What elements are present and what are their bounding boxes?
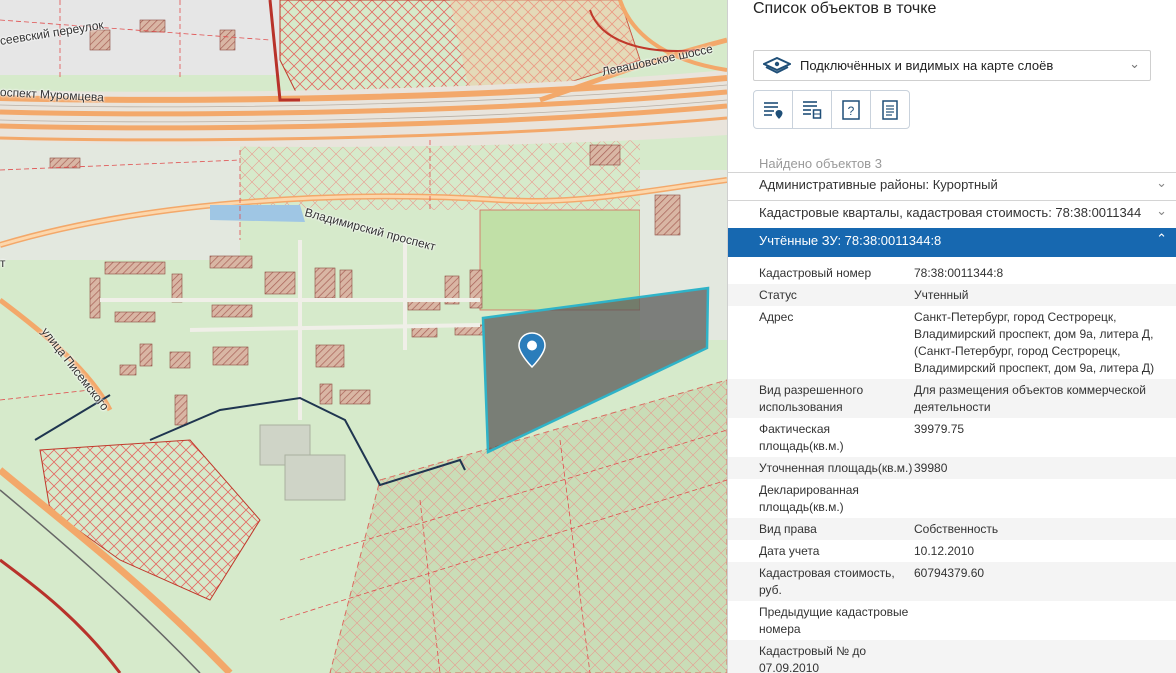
list-location-button[interactable] — [753, 90, 793, 129]
layers-icon — [763, 57, 791, 74]
property-key: Вид разрешенного использования — [759, 383, 864, 414]
help-icon: ? — [842, 99, 860, 120]
property-row: Дата учета 10.12.2010 — [728, 540, 1176, 562]
property-row: Кадастровый номер 78:38:0011344:8 — [728, 262, 1176, 284]
chevron-down-icon: ⌄ — [1156, 175, 1167, 190]
property-value: Учтенный — [914, 288, 969, 302]
chevron-up-icon: ⌃ — [1156, 231, 1167, 246]
property-value — [914, 643, 1164, 673]
property-key: Статус — [759, 288, 797, 302]
location-pin-icon[interactable] — [518, 332, 546, 368]
property-row: Кадастровая стоимость, руб. 60794379.60 — [728, 562, 1176, 601]
map-canvas[interactable] — [0, 0, 727, 673]
property-row: Вид разрешенного использования Для размещ… — [728, 379, 1176, 418]
list-grid-button[interactable] — [792, 90, 832, 129]
chevron-down-icon: ⌄ — [1129, 56, 1140, 71]
results-accordion: Административные районы: Курортный ⌄ Кад… — [728, 172, 1176, 257]
property-key: Кадастровая стоимость, руб. — [759, 566, 895, 597]
property-value — [914, 482, 1164, 516]
property-key: Предыдущие кадастровые номера — [759, 605, 909, 636]
property-value: 39980 — [914, 461, 948, 475]
help-button[interactable]: ? — [831, 90, 871, 129]
accordion-item-districts[interactable]: Административные районы: Курортный ⌄ — [728, 172, 1176, 200]
list-grid-icon — [803, 100, 822, 119]
accordion-label: Кадастровые кварталы, кадастровая стоимо… — [759, 205, 1142, 220]
document-button[interactable] — [870, 90, 910, 129]
property-key: Фактическая площадь(кв.м.) — [759, 422, 844, 453]
accordion-label: Учтённые ЗУ: 78:38:0011344:8 — [759, 233, 942, 248]
property-key: Дата учета — [759, 544, 820, 558]
property-key: Вид права — [759, 522, 817, 536]
property-row: Уточненная площадь(кв.м.) 39980 — [728, 457, 1176, 479]
property-value: 39979.75 — [914, 422, 965, 436]
layer-filter-select[interactable]: Подключённых и видимых на карте слоёв ⌄ — [753, 50, 1151, 81]
property-value: 78:38:0011344:8 — [914, 266, 1004, 280]
property-row: Предыдущие кадастровые номера — [728, 601, 1176, 640]
property-row: Кадастровый № до 07.09.2010 — [728, 640, 1176, 673]
chevron-down-icon: ⌄ — [1156, 203, 1167, 218]
svg-text:?: ? — [848, 104, 855, 118]
property-row: Декларированная площадь(кв.м.) — [728, 479, 1176, 518]
objects-panel: Список объектов в точке Подключённых и в… — [727, 0, 1176, 673]
property-row: Статус Учтенный — [728, 284, 1176, 306]
list-location-icon — [764, 101, 783, 119]
accordion-item-parcel[interactable]: Учтённые ЗУ: 78:38:0011344:8 ⌃ — [728, 228, 1176, 257]
document-icon — [882, 99, 898, 120]
property-value: Собственность — [914, 522, 999, 536]
property-row: Адрес Санкт-Петербург, город Сестрорецк, … — [728, 306, 1176, 379]
property-row: Фактическая площадь(кв.м.) 39979.75 — [728, 418, 1176, 457]
property-value: Для размещения объектов коммерческой дея… — [914, 383, 1146, 414]
properties-table: Кадастровый номер 78:38:0011344:8 Статус Уч… — [728, 262, 1176, 673]
layer-filter-value: Подключённых и видимых на карте слоёв — [800, 58, 1054, 73]
panel-title: Список объектов в точке — [753, 0, 937, 17]
property-value: 10.12.2010 — [914, 544, 975, 558]
toolbar: ? — [753, 90, 910, 129]
found-count: Найдено объектов 3 — [759, 156, 882, 171]
property-value — [914, 604, 1164, 638]
property-value: 60794379.60 — [914, 566, 985, 580]
property-key: Декларированная площадь(кв.м.) — [759, 483, 859, 514]
accordion-item-quarters[interactable]: Кадастровые кварталы, кадастровая стоимо… — [728, 200, 1176, 228]
property-key: Кадастровый номер — [759, 266, 872, 280]
accordion-label: Административные районы: Курортный — [759, 177, 998, 192]
property-key: Адрес — [759, 310, 794, 324]
property-key: Уточненная площадь(кв.м.) — [759, 461, 913, 475]
property-value: Санкт-Петербург, город Сестрорецк, Влади… — [914, 310, 1155, 375]
property-key: Кадастровый № до 07.09.2010 — [759, 644, 867, 673]
map-view[interactable]: сеевский переулок оспект Муромцева Леваш… — [0, 0, 727, 673]
property-row: Вид права Собственность — [728, 518, 1176, 540]
map-label-edge: т — [0, 256, 6, 270]
